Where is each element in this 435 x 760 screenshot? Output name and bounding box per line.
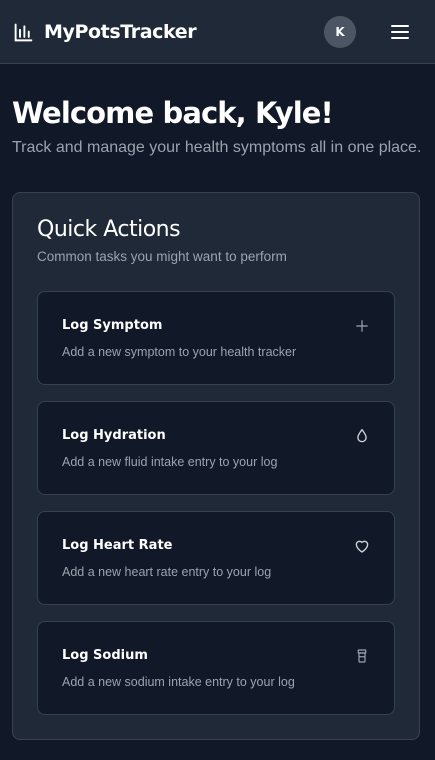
app-name: MyPotsTracker	[44, 21, 197, 43]
plus-icon	[356, 320, 368, 332]
log-sodium-card[interactable]: Log Sodium Add a new sodium intake entry…	[37, 621, 395, 715]
top-navbar: MyPotsTracker K	[0, 0, 435, 64]
heart-icon	[355, 540, 369, 553]
card-title: Log Sodium	[62, 648, 148, 663]
welcome-heading: Welcome back, Kyle!	[12, 96, 334, 130]
hamburger-menu-icon	[391, 25, 409, 39]
quick-actions-panel: Quick Actions Common tasks you might wan…	[12, 192, 420, 740]
card-title: Log Heart Rate	[62, 538, 173, 553]
quick-actions-title: Quick Actions	[37, 217, 181, 242]
card-description: Add a new symptom to your health tracker	[62, 345, 297, 359]
welcome-subtitle: Track and manage your health symptoms al…	[12, 139, 422, 156]
card-description: Add a new fluid intake entry to your log	[62, 455, 278, 469]
log-hydration-card[interactable]: Log Hydration Add a new fluid intake ent…	[37, 401, 395, 495]
card-title: Log Symptom	[62, 318, 163, 333]
card-description: Add a new heart rate entry to your log	[62, 565, 272, 579]
bar-chart-icon	[14, 23, 33, 41]
card-description: Add a new sodium intake entry to your lo…	[62, 675, 295, 689]
user-avatar[interactable]: K	[324, 16, 356, 48]
card-title: Log Hydration	[62, 428, 166, 443]
salt-shaker-icon	[357, 649, 367, 663]
log-heart-rate-card[interactable]: Log Heart Rate Add a new heart rate entr…	[37, 511, 395, 605]
menu-button[interactable]	[388, 20, 412, 44]
log-symptom-card[interactable]: Log Symptom Add a new symptom to your he…	[37, 291, 395, 385]
brand-link[interactable]: MyPotsTracker	[13, 19, 197, 45]
droplet-icon	[357, 428, 367, 443]
quick-actions-description: Common tasks you might want to perform	[37, 249, 287, 264]
